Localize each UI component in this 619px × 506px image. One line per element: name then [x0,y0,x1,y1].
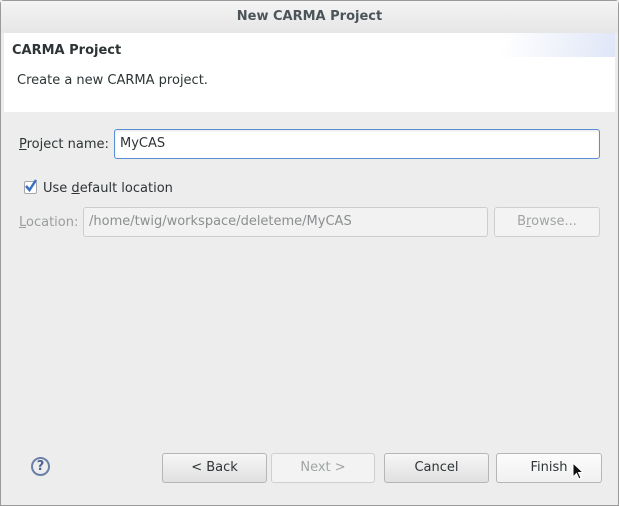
use-default-location-checkbox[interactable] [24,179,38,194]
project-name-input[interactable]: MyCAS [114,129,600,159]
back-button[interactable]: < Back [162,453,267,483]
page-title: CARMA Project [12,43,122,58]
page-description: Create a new CARMA project. [17,73,208,88]
cancel-button[interactable]: Cancel [384,453,489,483]
header-banner [455,33,615,57]
location-label: Location: [19,215,79,230]
mouse-cursor-icon [572,462,585,480]
title-bar: New CARMA Project [1,1,618,33]
use-default-location-label[interactable]: Use default location [43,181,173,196]
finish-button[interactable]: Finish [496,453,602,483]
dialog-window: New CARMA Project CARMA Project Create a… [0,0,619,506]
browse-button[interactable]: Browse... [494,207,600,237]
wizard-header: CARMA Project Create a new CARMA project… [4,33,615,112]
next-button[interactable]: Next > [271,453,375,483]
help-icon[interactable]: ? [31,457,50,476]
location-input[interactable]: /home/twig/workspace/deleteme/MyCAS [83,207,488,237]
window-title: New CARMA Project [236,9,383,24]
checkmark-icon [25,179,38,193]
project-name-label: Project name: [19,137,109,152]
